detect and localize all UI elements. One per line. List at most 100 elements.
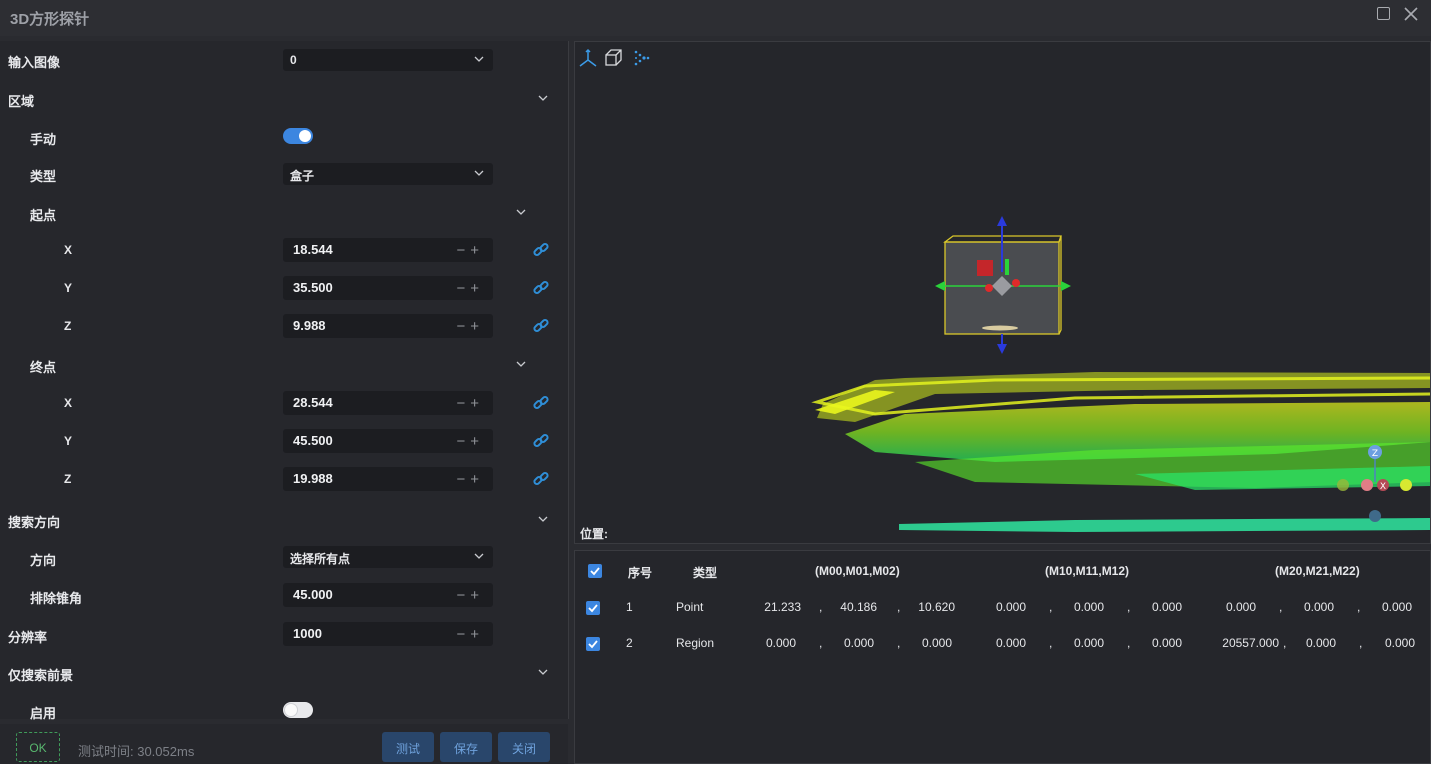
link-icon[interactable] [532,470,550,488]
save-button[interactable]: 保存 [440,732,492,762]
stepper-buttons[interactable]: −+ [456,280,484,297]
cell-m22: 0.000 [1381,600,1412,614]
checkbox-checked-icon [590,567,600,576]
row-index: 2 [626,636,633,650]
stepper-buttons[interactable]: −+ [456,242,484,259]
start-y-value: 35.500 [293,280,333,295]
toggle-knob [299,130,311,142]
start-z-value: 9.988 [293,318,326,333]
toggle-knob [285,704,297,716]
box-probe[interactable] [935,216,1071,354]
position-label: 位置: [580,527,608,541]
exclude-cone-label: 排除锥角 [30,591,83,606]
end-y-input[interactable]: 45.500 −+ [283,429,493,453]
start-x-input[interactable]: 18.544 −+ [283,238,493,262]
select-all-checkbox[interactable] [588,564,602,578]
stepper-buttons[interactable]: −+ [456,433,484,450]
link-icon[interactable] [532,432,550,450]
test-button[interactable]: 测试 [382,732,434,762]
enable-label: 启用 [30,706,57,721]
status-ok-badge: OK [16,732,60,762]
direction-label: 方向 [30,553,57,568]
row-type: Region [676,636,715,650]
cell-m02: 0.000 [921,636,952,650]
type-select[interactable]: 盒子 [283,163,493,185]
row-checkbox[interactable] [586,601,600,615]
header-m1: (M10,M11,M12) [1045,564,1130,578]
gizmo-x-label: X [1380,482,1386,492]
start-collapse-chevron-icon[interactable] [514,205,528,219]
input-image-label: 输入图像 [8,55,61,70]
direction-value: 选择所有点 [290,552,351,566]
manual-label: 手动 [30,132,57,147]
stepper-buttons[interactable]: −+ [456,471,484,488]
cell-m01: 0.000 [843,636,874,650]
checkbox-checked-icon [588,640,598,649]
end-y-label: Y [64,434,73,448]
end-x-value: 28.544 [293,395,333,410]
link-icon[interactable] [532,279,550,297]
region-collapse-chevron-icon[interactable] [536,91,550,105]
row-checkbox[interactable] [586,637,600,651]
close-icon[interactable] [1402,5,1420,23]
start-y-label: Y [64,281,73,295]
start-y-input[interactable]: 35.500 −+ [283,276,493,300]
cell-m10: 0.000 [995,600,1026,614]
header-m0: (M00,M01,M02) [815,564,900,578]
stepper-buttons[interactable]: −+ [456,318,484,335]
exclude-cone-value: 45.000 [293,587,333,602]
start-z-input[interactable]: 9.988 −+ [283,314,493,338]
header-m2: (M20,M21,M22) [1275,564,1360,578]
resolution-value: 1000 [293,626,322,641]
stepper-buttons[interactable]: −+ [456,626,484,643]
cell-m22: 0.000 [1384,636,1415,650]
link-icon[interactable] [532,394,550,412]
enable-toggle[interactable] [283,702,313,718]
cell-m10: 0.000 [995,636,1026,650]
cell-m11: 0.000 [1073,636,1104,650]
foreground-collapse-chevron-icon[interactable] [536,665,550,679]
cell-m11: 0.000 [1073,600,1104,614]
cell-m12: 0.000 [1151,600,1182,614]
type-value: 盒子 [290,169,315,183]
end-point-label: 终点 [30,360,57,375]
input-image-select[interactable]: 0 [283,49,493,71]
end-z-input[interactable]: 19.988 −+ [283,467,493,491]
start-z-label: Z [64,319,72,333]
cell-m12: 0.000 [1151,636,1182,650]
manual-toggle[interactable] [283,128,313,144]
row-type: Point [676,600,704,614]
direction-select[interactable]: 选择所有点 [283,546,493,568]
window-title: 3D方形探针 [10,11,90,28]
maximize-icon[interactable] [1377,7,1390,20]
end-x-input[interactable]: 28.544 −+ [283,391,493,415]
cell-m01: 40.186 [840,600,877,614]
close-button[interactable]: 关闭 [498,732,550,762]
point-cloud-scene: Z X [811,216,1430,532]
end-collapse-chevron-icon[interactable] [514,357,528,371]
cell-m00: 0.000 [765,636,796,650]
search-direction-collapse-chevron-icon[interactable] [536,512,550,526]
checkbox-checked-icon [588,604,598,613]
end-y-value: 45.500 [293,433,333,448]
results-table: 序号 类型 (M00,M01,M02) (M10,M11,M12) (M20,M… [574,550,1431,764]
start-x-label: X [64,243,73,257]
resolution-input[interactable]: 1000 −+ [283,622,493,646]
title-bar: 3D方形探针 [0,0,1431,36]
parameter-panel [0,41,569,719]
chevron-down-icon [474,553,484,559]
cell-m20: 20557.000 [1222,636,1279,650]
exclude-cone-input[interactable]: 45.000 −+ [283,583,493,607]
link-icon[interactable] [532,241,550,259]
test-time-text: 测试时间: 30.052ms [78,744,195,759]
3d-viewport[interactable]: Z X 位置: [574,41,1431,544]
resolution-label: 分辨率 [8,630,48,645]
cell-m20: 0.000 [1225,600,1256,614]
header-index: 序号 [628,566,653,580]
type-label: 类型 [30,169,57,184]
link-icon[interactable] [532,317,550,335]
cell-m02: 10.620 [918,600,955,614]
stepper-buttons[interactable]: −+ [456,395,484,412]
stepper-buttons[interactable]: −+ [456,587,484,604]
end-x-label: X [64,396,73,410]
